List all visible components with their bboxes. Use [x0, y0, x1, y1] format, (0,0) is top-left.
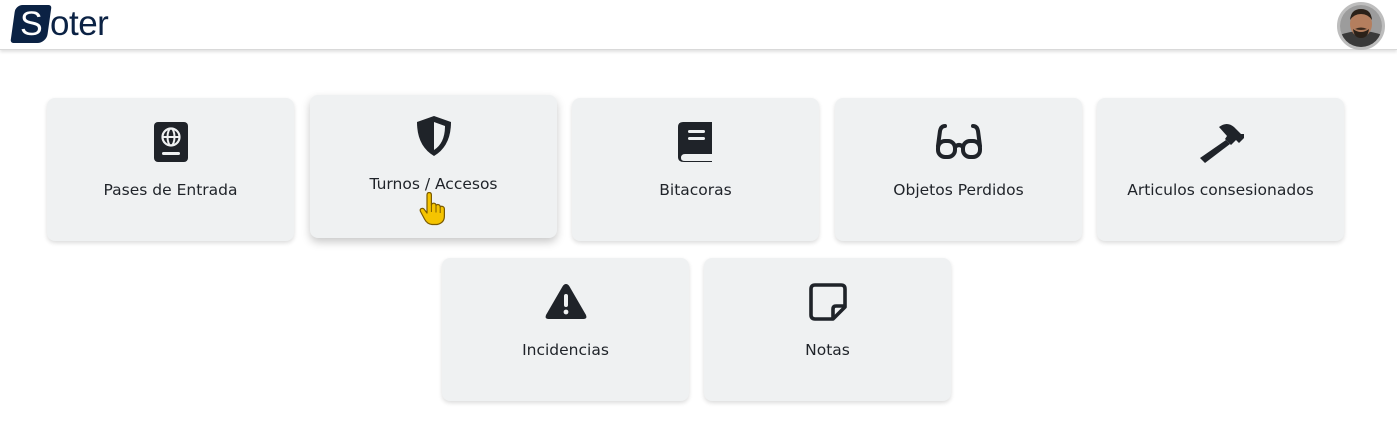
user-avatar[interactable]: [1337, 2, 1385, 50]
card-label: Articulos consesionados: [1127, 181, 1314, 199]
card-label: Pases de Entrada: [103, 181, 238, 199]
logo-mark: S: [10, 5, 52, 43]
logo-text: oter: [50, 4, 109, 43]
card-objetos-perdidos[interactable]: Objetos Perdidos: [835, 98, 1082, 241]
card-bitacoras[interactable]: Bitacoras: [572, 98, 819, 241]
logo-mark-letter: S: [19, 5, 43, 43]
card-label: Objetos Perdidos: [893, 181, 1024, 199]
card-articulos-consesionados[interactable]: Articulos consesionados: [1097, 98, 1344, 241]
soter-logo[interactable]: S oter: [10, 4, 109, 44]
passport-icon: [147, 121, 195, 163]
card-label: Notas: [805, 341, 850, 359]
card-label: Incidencias: [522, 341, 609, 359]
hammer-icon: [1197, 121, 1245, 163]
book-icon: [672, 121, 720, 163]
card-incidencias[interactable]: Incidencias: [442, 258, 689, 401]
avatar-image: [1340, 5, 1382, 47]
card-turnos-accesos[interactable]: Turnos / Accesos: [310, 95, 557, 238]
top-navbar: S oter: [0, 0, 1397, 50]
shield-icon: [410, 115, 458, 157]
card-label: Bitacoras: [659, 181, 732, 199]
warning-icon: [542, 281, 590, 323]
card-pases-de-entrada[interactable]: Pases de Entrada: [47, 98, 294, 241]
note-icon: [804, 281, 852, 323]
card-notas[interactable]: Notas: [704, 258, 951, 401]
glasses-icon: [935, 121, 983, 163]
card-label: Turnos / Accesos: [369, 175, 498, 193]
